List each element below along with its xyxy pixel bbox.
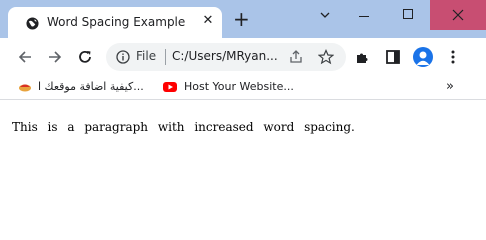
page-content: This is a paragraph with increased word … xyxy=(0,101,486,211)
side-panel-icon[interactable] xyxy=(385,49,401,65)
minimize-button[interactable] xyxy=(359,16,369,17)
browser-window: Word Spacing Example ✕ + File C:/Users/M… xyxy=(0,0,486,211)
maximize-button[interactable] xyxy=(403,9,413,19)
reload-icon[interactable] xyxy=(77,49,93,65)
youtube-icon xyxy=(163,82,177,92)
share-icon[interactable] xyxy=(288,49,304,65)
bookmark-star-icon[interactable] xyxy=(318,49,334,65)
back-arrow-icon[interactable] xyxy=(17,49,33,65)
bookmark-item-2[interactable]: Host Your Website... xyxy=(184,80,294,93)
forward-arrow-icon[interactable] xyxy=(47,49,63,65)
bookmark-item-1[interactable]: كيفية اضافة موقعك ا... xyxy=(38,80,144,93)
tab-title: Word Spacing Example xyxy=(47,15,186,29)
profile-avatar[interactable] xyxy=(413,47,433,67)
tab-word-spacing-example[interactable]: Word Spacing Example ✕ xyxy=(8,7,222,38)
globe-icon xyxy=(26,17,39,30)
extensions-icon[interactable] xyxy=(355,49,371,65)
bookmarks-bar: كيفية اضافة موقعك ا... Host Your Website… xyxy=(0,76,486,100)
close-window-button[interactable] xyxy=(430,0,486,30)
bookmark-site-icon xyxy=(19,84,31,92)
person-icon xyxy=(416,51,430,65)
close-icon xyxy=(452,9,464,21)
close-tab-icon[interactable]: ✕ xyxy=(201,14,215,28)
scheme-label: File xyxy=(136,49,157,63)
info-icon[interactable] xyxy=(116,50,130,64)
url-text[interactable]: C:/Users/MRyan... xyxy=(172,49,278,63)
bookmarks-overflow-button[interactable]: » xyxy=(446,79,454,94)
chevron-down-icon[interactable] xyxy=(318,8,332,22)
browser-toolbar: File C:/Users/MRyan... xyxy=(0,38,486,76)
omnibox-divider xyxy=(165,49,166,65)
new-tab-button[interactable]: + xyxy=(233,9,250,29)
tab-strip: Word Spacing Example ✕ + xyxy=(0,0,486,38)
word-spacing-paragraph: This is a paragraph with increased word … xyxy=(12,120,355,134)
address-bar[interactable]: File C:/Users/MRyan... xyxy=(106,43,346,71)
kebab-menu-icon[interactable] xyxy=(445,49,461,65)
